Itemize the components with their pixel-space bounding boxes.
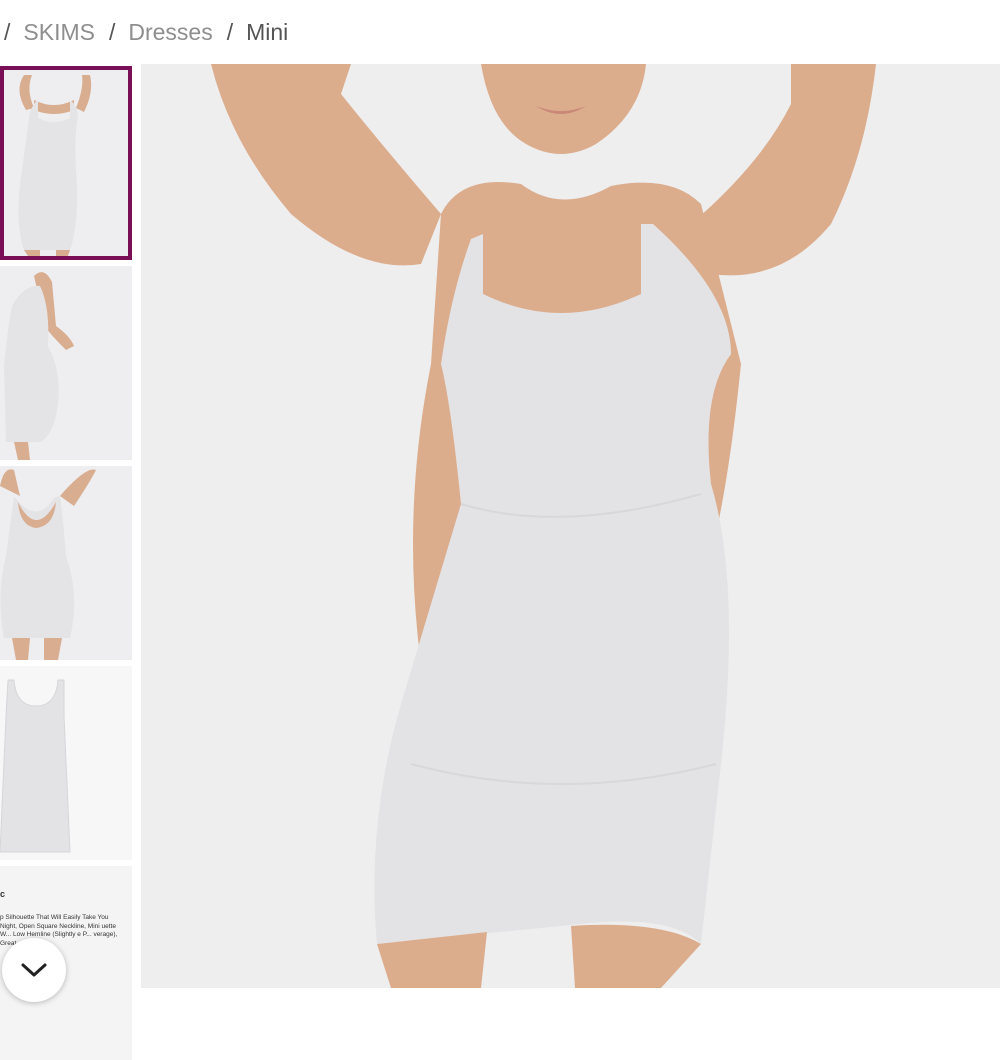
main-product-image[interactable] bbox=[141, 64, 1000, 988]
thumbnail-back-image bbox=[0, 466, 132, 660]
size-chart-heading: c bbox=[0, 889, 6, 899]
thumbnail-side-back-image bbox=[0, 266, 132, 460]
breadcrumb-dresses[interactable]: Dresses bbox=[128, 19, 212, 46]
breadcrumb-skims[interactable]: SKIMS bbox=[23, 19, 95, 46]
thumbnail-flat-lay-image bbox=[0, 666, 132, 860]
breadcrumb: / SKIMS / Dresses / Mini bbox=[0, 0, 1000, 64]
breadcrumb-mini: Mini bbox=[246, 18, 289, 45]
product-photo bbox=[141, 64, 1000, 988]
thumbnail-front-image bbox=[4, 70, 128, 256]
thumbnail-back[interactable] bbox=[0, 466, 132, 660]
thumbnail-flat-lay[interactable] bbox=[0, 666, 132, 860]
chevron-down-icon bbox=[21, 963, 47, 977]
gallery-scroll-down-button[interactable] bbox=[2, 938, 66, 1002]
thumbnail-side-back[interactable] bbox=[0, 266, 132, 460]
breadcrumb-separator: / bbox=[108, 18, 116, 45]
thumbnail-front[interactable] bbox=[0, 66, 132, 260]
breadcrumb-separator: / bbox=[226, 18, 234, 45]
thumbnail-gallery: c p Silhouette That Will Easily Take You… bbox=[0, 66, 134, 1060]
breadcrumb-separator: / bbox=[4, 18, 11, 45]
